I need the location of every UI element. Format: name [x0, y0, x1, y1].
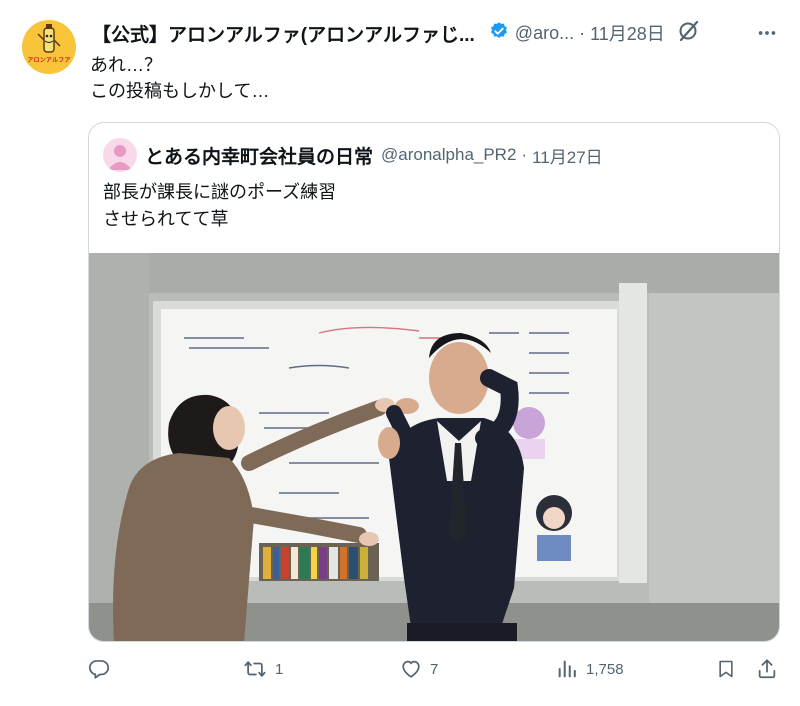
grok-icon[interactable]	[677, 19, 701, 48]
heart-icon	[402, 660, 420, 678]
like-button[interactable]: 7	[400, 658, 438, 680]
post-header: 【公式】アロンアルファ(アロンアルファじ... @aro... · 11月28日	[92, 20, 792, 46]
views-button[interactable]: 1,758	[556, 658, 624, 680]
views-bar-icon	[558, 660, 576, 678]
repost-count: 1	[275, 660, 284, 678]
repost-icon	[244, 661, 266, 677]
aron-alpha-mascot-icon	[37, 24, 61, 53]
bookmark-button[interactable]	[716, 658, 736, 680]
separator-dot: ·	[521, 145, 528, 164]
quoted-post-card[interactable]: とある内幸町会社員の日常 @aronalpha_PR2 · 11月27日 部長が…	[88, 122, 780, 642]
post-text: あれ…？ この投稿もしかして…	[90, 52, 269, 104]
more-options-icon[interactable]	[756, 22, 778, 49]
post-text-line: あれ…？	[90, 55, 162, 75]
separator-dot: ·	[579, 22, 586, 43]
bookmark-icon	[719, 660, 733, 678]
author-handle[interactable]: @aro...	[515, 23, 574, 44]
quoted-author-avatar[interactable]	[103, 138, 137, 172]
post-action-bar: 1 7 1,758	[0, 650, 800, 690]
reply-icon	[88, 660, 110, 679]
quoted-post-date[interactable]: 11月27日	[532, 143, 603, 168]
views-count: 1,758	[586, 660, 624, 678]
repost-button[interactable]: 1	[243, 658, 283, 680]
author-display-name[interactable]: 【公式】アロンアルファ(アロンアルファじ...	[92, 20, 475, 47]
quoted-post-photo[interactable]	[89, 253, 780, 642]
quoted-post-text: 部長が課長に謎のポーズ練習 させられてて草	[103, 179, 336, 233]
quoted-text-line: させられてて草	[103, 209, 229, 229]
post-date[interactable]: 11月28日	[590, 20, 665, 46]
reply-button[interactable]	[88, 658, 118, 680]
quoted-author-display-name[interactable]: とある内幸町会社員の日常	[145, 142, 373, 169]
share-button[interactable]	[756, 658, 778, 680]
quoted-text-line: 部長が課長に謎のポーズ練習	[103, 182, 337, 202]
verified-badge-icon	[489, 21, 509, 46]
like-count: 7	[430, 660, 439, 678]
share-icon	[758, 659, 776, 679]
default-person-icon	[108, 145, 132, 170]
quoted-author-handle[interactable]: @aronalpha_PR2	[381, 145, 516, 165]
avatar-brand-text: アロンアルフア	[27, 58, 71, 64]
quoted-post-header: とある内幸町会社員の日常 @aronalpha_PR2 · 11月27日	[103, 137, 603, 173]
author-avatar[interactable]: アロンアルフア	[22, 20, 76, 74]
post-text-line: この投稿もしかして…	[90, 81, 270, 101]
